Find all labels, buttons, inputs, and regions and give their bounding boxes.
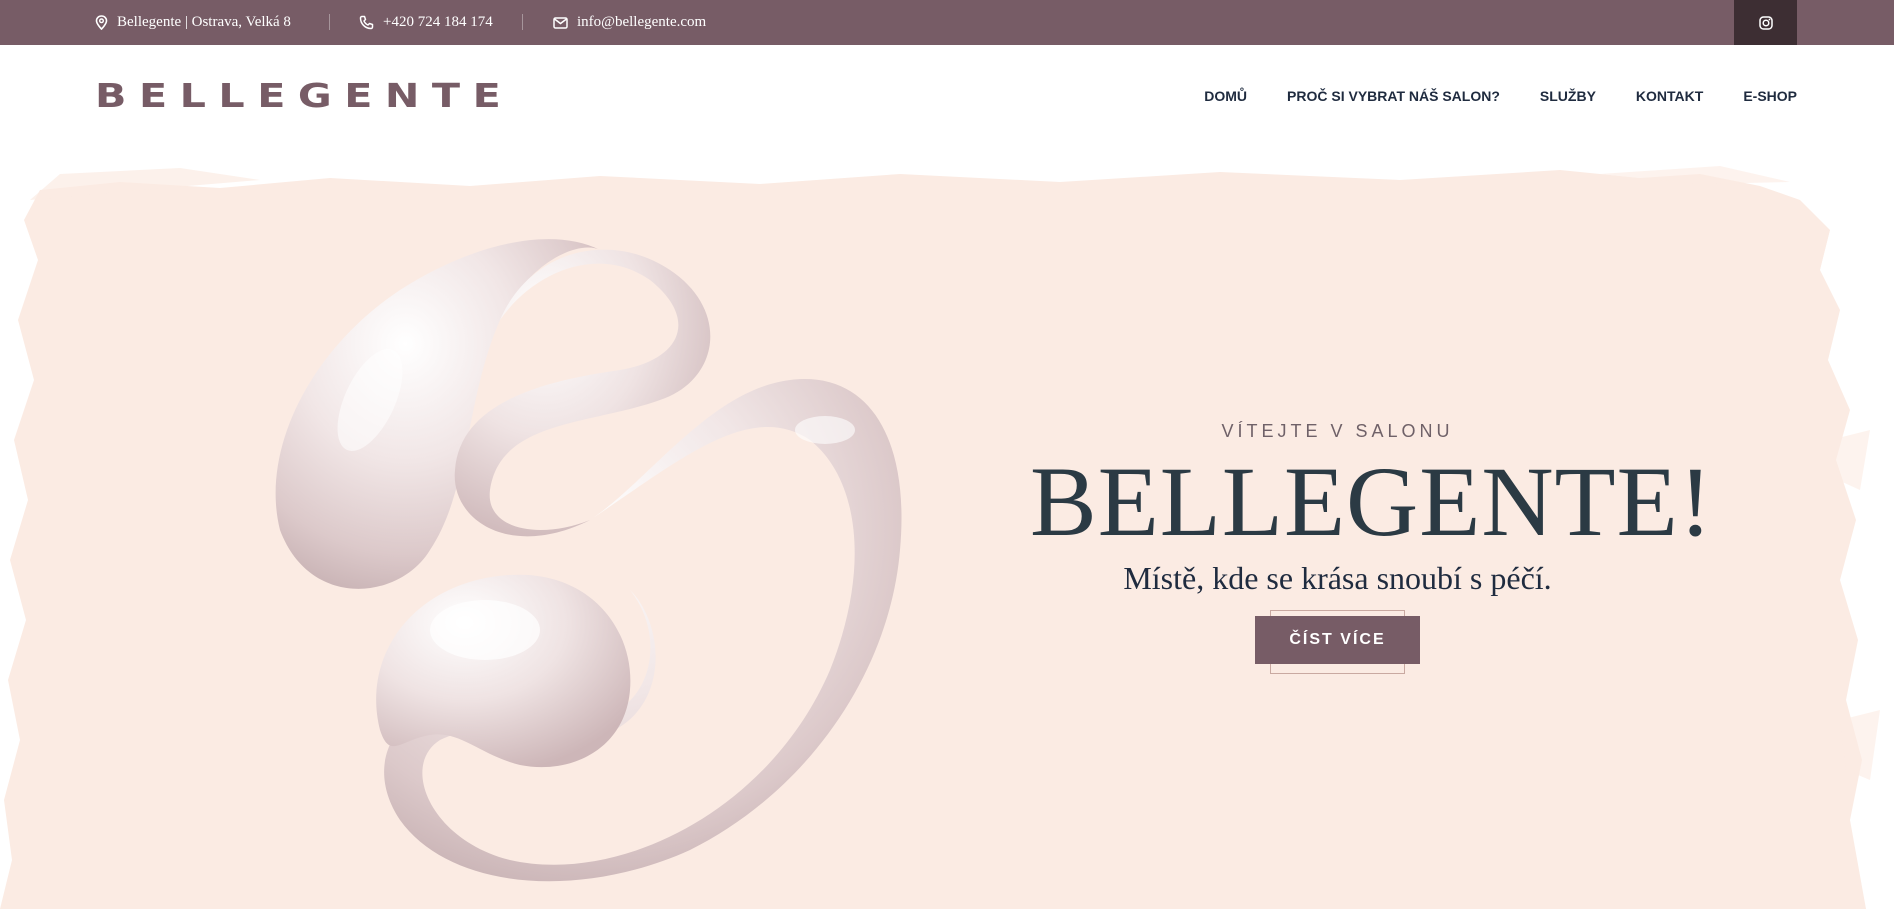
top-bar: Bellegente | Ostrava, Velká 8 +420 724 1… — [0, 0, 1894, 45]
location-pin-icon — [95, 15, 108, 30]
email-text[interactable]: info@bellegente.com — [577, 14, 706, 31]
hero-subtitle: Místě, kde se krása snoubí s péčí. — [1123, 560, 1552, 596]
nav-item-home[interactable]: DOMŮ — [1204, 88, 1247, 104]
nav-item-eshop[interactable]: E-SHOP — [1743, 88, 1797, 104]
site-logo[interactable]: BELLEGENTE — [95, 78, 513, 114]
hero-title: BELLEGENTE! — [1030, 446, 1714, 557]
main-nav: DOMŮ PROČ SI VYBRAT NÁŠ SALON? SLUŽBY KO… — [1204, 84, 1797, 108]
address-text: Bellegente | Ostrava, Velká 8 — [117, 14, 291, 30]
bellegente-b-emblem — [275, 239, 902, 882]
phone-icon — [359, 15, 374, 30]
phone-text[interactable]: +420 724 184 174 — [383, 14, 493, 31]
topbar-divider — [329, 14, 330, 30]
cta-wrapper: ČÍST VÍCE — [1255, 610, 1420, 674]
hero-text-block: VÍTEJTE V SALONU BELLEGENTE! Místě, kde … — [1030, 418, 1714, 674]
instagram-button[interactable] — [1734, 0, 1797, 45]
mail-icon — [553, 16, 568, 29]
email-item[interactable]: info@bellegente.com — [553, 0, 706, 45]
address-item: Bellegente | Ostrava, Velká 8 — [95, 0, 291, 45]
read-more-button[interactable]: ČÍST VÍCE — [1255, 616, 1420, 664]
hero-eyebrow: VÍTEJTE V SALONU — [1221, 421, 1454, 441]
nav-item-why-us[interactable]: PROČ SI VYBRAT NÁŠ SALON? — [1287, 88, 1500, 104]
nav-item-contact[interactable]: KONTAKT — [1636, 88, 1703, 104]
topbar-divider — [522, 14, 523, 30]
instagram-icon — [1758, 15, 1773, 30]
phone-item[interactable]: +420 724 184 174 — [359, 0, 493, 45]
nav-item-services[interactable]: SLUŽBY — [1540, 88, 1596, 104]
